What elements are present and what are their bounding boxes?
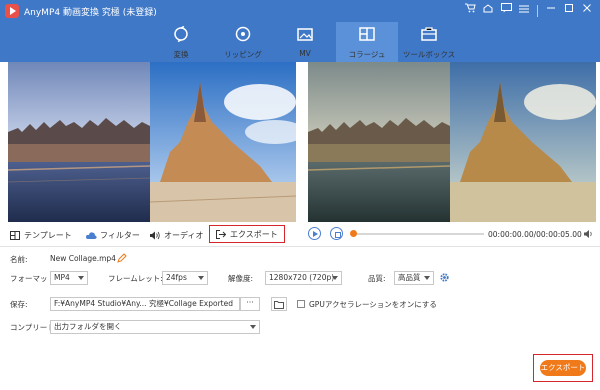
name-row: 名前: New Collage.mp4: [0, 251, 600, 269]
save-path-field[interactable]: F:¥AnyMP4 Studio¥Any... 究極¥Collage Expor…: [50, 297, 240, 311]
progress-thumb[interactable]: [350, 230, 357, 237]
format-row: フォーマット: MP4 フレームレット: 24fps 解像度: 1280x720…: [0, 270, 600, 288]
framerate-label: フレームレット:: [108, 274, 163, 283]
collage-output-preview: [308, 62, 596, 222]
tab-filter-label: フィルター: [100, 230, 140, 240]
complete-row: コンプリート: 出力フォルダを開く: [0, 319, 600, 337]
tab-ripper-label: リッピング: [224, 50, 262, 59]
export-button[interactable]: エクスポート: [540, 360, 586, 376]
browse-button[interactable]: ···: [240, 297, 260, 311]
main-nav: 変換 リッピング MV コラージュ ツールボックス: [150, 22, 460, 62]
controls-separator: [537, 5, 538, 17]
tab-audio-label: オーディオ: [164, 230, 204, 240]
resolution-select[interactable]: 1280x720 (720p): [265, 271, 342, 285]
mv-icon: [297, 26, 313, 44]
tab-collage[interactable]: コラージュ: [336, 22, 398, 62]
tab-ripper[interactable]: リッピング: [212, 22, 274, 62]
chevron-down-icon: [198, 276, 204, 280]
collage-cell-1-city-image[interactable]: [8, 62, 150, 222]
tab-export[interactable]: エクスポート: [209, 225, 285, 243]
gpu-label: GPUアクセラレーションをオンにする: [309, 300, 437, 309]
collage-icon: [359, 26, 375, 44]
tab-template-label: テンプレート: [24, 230, 72, 240]
resolution-value: 1280x720 (720p): [269, 273, 335, 282]
export-icon: [216, 229, 227, 239]
complete-select[interactable]: 出力フォルダを開く: [50, 320, 260, 334]
tab-toolbox-label: ツールボックス: [402, 50, 456, 59]
name-label: 名前:: [10, 255, 28, 264]
menu-icon[interactable]: [515, 3, 533, 19]
tab-template[interactable]: テンプレート: [10, 227, 72, 243]
framerate-select[interactable]: 24fps: [162, 271, 208, 285]
output-castle-image: [450, 62, 596, 222]
tab-collage-label: コラージュ: [348, 50, 386, 59]
tab-export-label: エクスポート: [230, 229, 278, 239]
play-button[interactable]: [308, 227, 321, 240]
ripper-icon: [235, 26, 251, 44]
toolbox-icon: [421, 26, 437, 44]
output-city-image: [308, 62, 450, 222]
framerate-value: 24fps: [166, 273, 187, 282]
minimize-icon[interactable]: [542, 3, 560, 19]
tab-filter[interactable]: フィルター: [86, 227, 140, 243]
edit-tabs: テンプレート フィルター オーディオ エクスポート: [0, 222, 300, 246]
complete-value: 出力フォルダを開く: [54, 322, 122, 331]
format-select[interactable]: MP4: [50, 271, 88, 285]
convert-icon: [173, 25, 189, 44]
tab-audio[interactable]: オーディオ: [150, 227, 203, 243]
user-icon[interactable]: [479, 3, 497, 19]
edit-name-icon[interactable]: [117, 253, 127, 263]
progress-track[interactable]: [352, 233, 484, 235]
save-row: 保存: F:¥AnyMP4 Studio¥Any... 究極¥Collage E…: [0, 296, 600, 314]
tab-toolbox[interactable]: ツールボックス: [398, 22, 460, 62]
window-controls: [461, 3, 596, 19]
gear-icon[interactable]: [439, 272, 450, 283]
name-value: New Collage.mp4: [50, 254, 116, 263]
save-label: 保存:: [10, 300, 28, 309]
time-display: 00:00:00.00/00:00:05.00: [488, 230, 582, 239]
app-title: AnyMP4 動画変換 究極 (未登録): [24, 8, 157, 18]
tab-mv-label: MV: [299, 49, 311, 58]
collage-edit-preview[interactable]: [8, 62, 296, 222]
template-icon: [10, 230, 20, 240]
quality-label: 品質:: [368, 274, 386, 283]
open-folder-button[interactable]: [271, 297, 287, 311]
quality-select[interactable]: 高品質: [394, 271, 434, 285]
resolution-label: 解像度:: [228, 274, 254, 283]
chevron-down-icon: [332, 276, 338, 280]
filter-icon: [86, 231, 97, 240]
player-controls: 00:00:00.00/00:00:05.00: [300, 222, 600, 246]
gpu-checkbox[interactable]: [297, 300, 305, 308]
chevron-down-icon: [78, 276, 84, 280]
feedback-icon[interactable]: [497, 3, 515, 19]
format-value: MP4: [54, 273, 70, 282]
quality-value: 高品質: [398, 273, 421, 282]
close-icon[interactable]: [578, 3, 596, 19]
title-bar: AnyMP4 動画変換 究極 (未登録) 変換 リッピング MV コラージュ ツ…: [0, 0, 600, 62]
speaker-icon: [150, 231, 160, 240]
cart-icon[interactable]: [461, 3, 479, 19]
tab-mv[interactable]: MV: [274, 22, 336, 62]
chevron-down-icon: [424, 276, 430, 280]
app-logo-icon: [5, 4, 19, 18]
window-title-row: AnyMP4 動画変換 究極 (未登録): [0, 0, 600, 22]
tab-convert-label: 変換: [173, 50, 189, 59]
section-divider: [0, 246, 600, 247]
stop-button[interactable]: [330, 227, 343, 240]
volume-icon[interactable]: [584, 229, 594, 239]
tab-convert[interactable]: 変換: [150, 22, 212, 62]
maximize-icon[interactable]: [560, 3, 578, 19]
collage-cell-2-castle-image[interactable]: [150, 62, 296, 222]
chevron-down-icon: [250, 325, 256, 329]
